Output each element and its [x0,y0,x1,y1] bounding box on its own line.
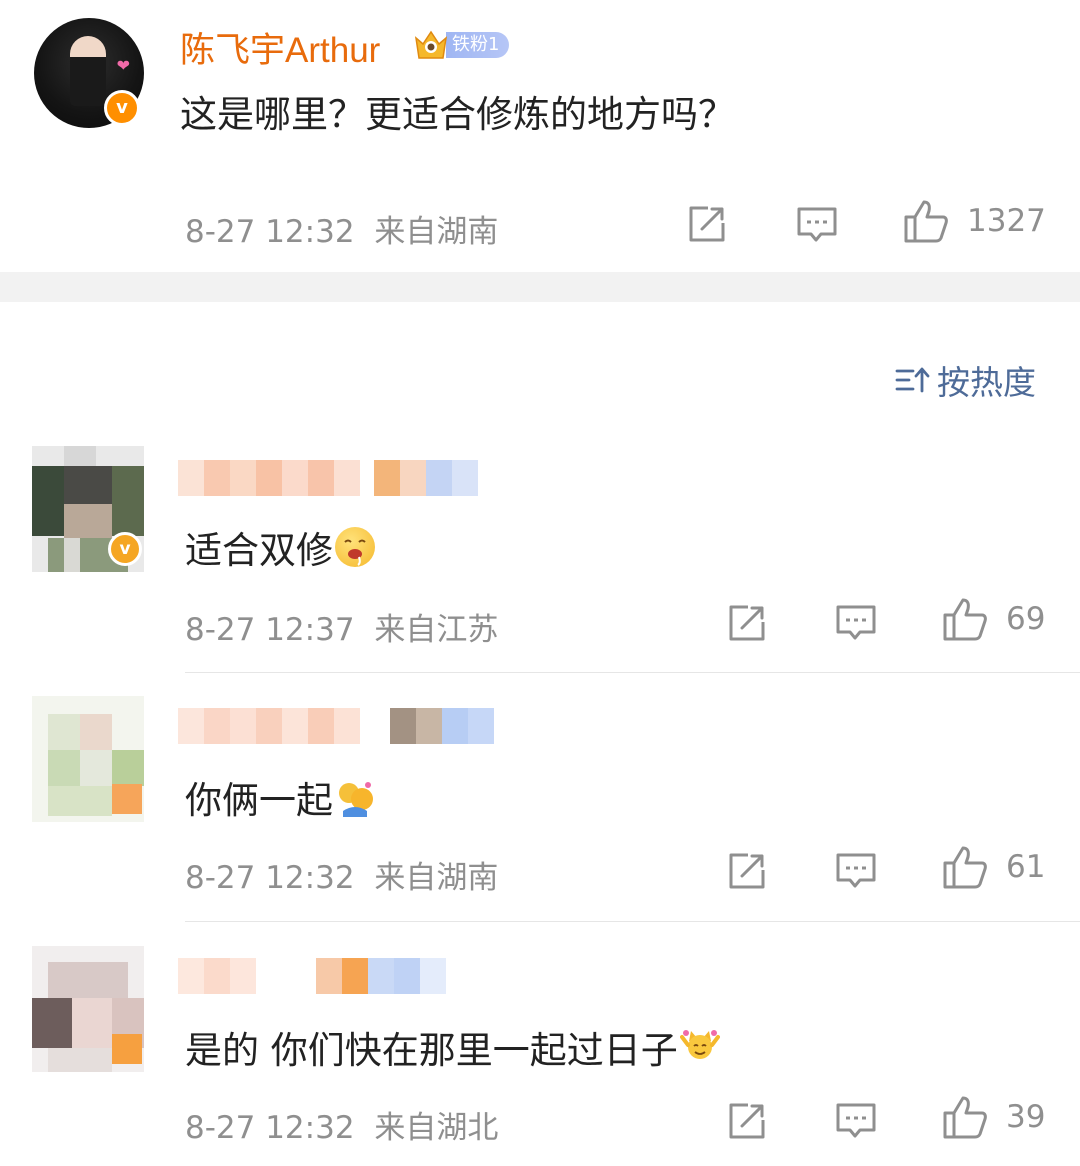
like-count: 1327 [967,203,1046,239]
comment-text-content: 是的 你们快在那里一起过日子 [185,1029,678,1072]
comment-time: 8-27 12:32 [185,860,355,896]
like-count: 61 [1006,849,1046,885]
like-count: 39 [1006,1099,1046,1135]
share-button[interactable] [726,1100,768,1142]
cheering-cat-emoji-icon [679,1027,720,1067]
share-icon [729,605,765,641]
share-button[interactable] [726,850,768,892]
like-count: 69 [1006,601,1046,637]
comment-icon [836,853,876,888]
share-icon [729,853,765,889]
comment-meta: 8-27 12:32 来自湖北 [185,1102,498,1147]
comment-location: 来自湖北 [374,1110,499,1146]
comment-icon [836,605,876,640]
comment-meta: 8-27 12:37 来自江苏 [185,604,498,649]
comment-divider [185,921,1080,922]
like-icon [904,200,948,243]
like-button[interactable]: 69 [942,596,1045,642]
sort-icon [895,367,930,393]
sort-button[interactable]: 按热度 [895,356,1036,404]
comment-icon [836,1103,876,1138]
share-icon [729,1103,765,1139]
post-text: 这是哪里？更适合修炼的地方吗？ [180,93,735,136]
commenter-name-blurred[interactable] [178,460,478,496]
comment-item: 是的 你们快在那里一起过日子 8-27 12:32 来自湖北 39 [0,944,1080,1166]
comment-text-content: 你俩一起 [185,779,333,822]
like-icon [943,1096,987,1139]
hug-emoji-icon [335,777,375,817]
comment-text-content: 适合双修 [185,529,333,572]
post-meta: 8-27 12:32 来自湖南 [185,206,498,251]
comment-time: 8-27 12:32 [185,1110,355,1146]
comment-item: v 适合双修 8-27 12:37 来自江苏 69 [0,444,1080,664]
comment-text: 是的 你们快在那里一起过日子 [185,1020,720,1074]
like-button[interactable]: 1327 [903,198,1046,244]
section-separator [0,272,1080,302]
verified-badge-icon: v [104,90,140,126]
crown-icon [412,28,450,62]
comment-meta: 8-27 12:32 来自湖南 [185,852,498,897]
comment-location: 来自湖南 [374,860,499,896]
comment-divider [185,672,1080,673]
comment-button[interactable] [796,205,838,245]
drool-emoji-icon [335,527,375,567]
like-icon [943,846,987,889]
comment-button[interactable] [835,851,877,891]
commenter-name-blurred[interactable] [178,708,494,744]
comment-button[interactable] [835,1101,877,1141]
verified-badge-icon: v [108,532,142,566]
comment-button[interactable] [835,603,877,643]
like-icon [943,598,987,641]
commenter-avatar[interactable] [32,946,144,1072]
commenter-name-blurred[interactable] [178,958,446,994]
author-name[interactable]: 陈飞宇Arthur [180,22,380,73]
post-location: 来自湖南 [374,214,499,250]
comment-time: 8-27 12:37 [185,612,355,648]
comment-item: 你俩一起 8-27 12:32 来自湖南 61 [0,694,1080,914]
original-post: ❤ v 陈飞宇Arthur 铁粉1 这是哪里？更适合修炼的地方吗？ 8-27 1… [0,0,1080,272]
fan-badge: 铁粉1 [412,28,510,62]
like-button[interactable]: 61 [942,844,1045,890]
share-button[interactable] [686,203,728,245]
comment-text: 你俩一起 [185,770,375,824]
comment-location: 来自江苏 [374,612,499,648]
like-button[interactable]: 39 [942,1094,1045,1140]
sort-label: 按热度 [937,363,1036,402]
share-icon [689,206,725,242]
share-button[interactable] [726,602,768,644]
post-time: 8-27 12:32 [185,214,355,250]
fan-level: 铁粉1 [446,32,510,58]
comment-text: 适合双修 [185,520,375,574]
comment-icon [797,207,837,242]
commenter-avatar[interactable] [32,696,144,822]
